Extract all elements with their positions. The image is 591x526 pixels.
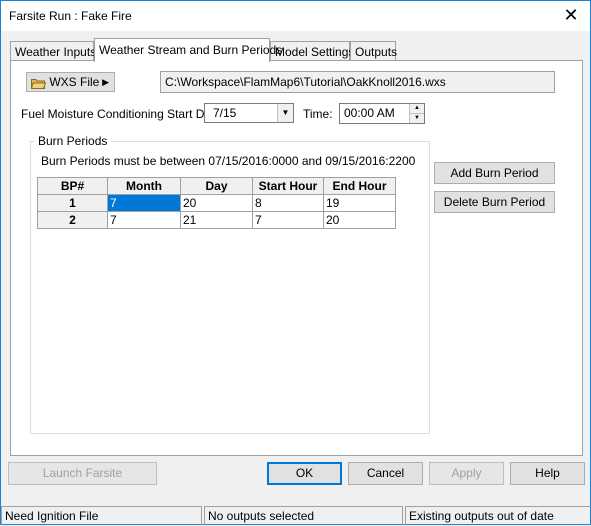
delete-burn-period-button[interactable]: Delete Burn Period <box>434 191 555 213</box>
wxs-file-button[interactable]: WXS File ▶ <box>26 72 115 92</box>
apply-button[interactable]: Apply <box>429 462 504 485</box>
row-header: 2 <box>37 211 108 229</box>
cell-end-hour[interactable]: 20 <box>323 211 396 229</box>
status-outputs: No outputs selected <box>204 506 403 525</box>
row-header: 1 <box>37 194 108 212</box>
table-header-row: BP# Month Day Start Hour End Hour <box>37 177 396 195</box>
column-header-month: Month <box>107 177 181 195</box>
column-header-bp: BP# <box>37 177 108 195</box>
dialog-window: Farsite Run : Fake Fire ✕ Weather Inputs… <box>0 0 591 525</box>
chevron-down-icon[interactable]: ▼ <box>277 104 293 122</box>
time-input[interactable]: 00:00 AM ▲ ▼ <box>339 103 425 124</box>
table-row[interactable]: 2 7 21 7 20 <box>37 211 396 229</box>
column-header-end-hour: End Hour <box>323 177 396 195</box>
cell-month[interactable]: 7 <box>107 211 181 229</box>
start-day-select[interactable]: 7/15 ▼ <box>204 103 294 123</box>
cell-day[interactable]: 21 <box>180 211 253 229</box>
launch-farsite-button[interactable]: Launch Farsite <box>8 462 157 485</box>
cell-end-hour[interactable]: 19 <box>323 194 396 212</box>
status-ignition: Need Ignition File <box>1 506 202 525</box>
wxs-path-field[interactable]: C:\Workspace\FlamMap6\Tutorial\OakKnoll2… <box>160 71 555 93</box>
status-bar: Need Ignition File No outputs selected E… <box>1 506 591 526</box>
burn-periods-range-text: Burn Periods must be between 07/15/2016:… <box>41 154 416 168</box>
status-out-of-date: Existing outputs out of date <box>405 506 591 525</box>
table-row[interactable]: 1 7 20 8 19 <box>37 194 396 212</box>
menu-arrow-icon: ▶ <box>102 77 109 87</box>
burn-periods-table[interactable]: BP# Month Day Start Hour End Hour 1 7 20… <box>37 177 396 229</box>
conditioning-start-label: Fuel Moisture Conditioning Start Day: <box>21 107 221 121</box>
cancel-button[interactable]: Cancel <box>348 462 423 485</box>
add-burn-period-button[interactable]: Add Burn Period <box>434 162 555 184</box>
time-label: Time: <box>303 107 333 121</box>
burn-periods-title: Burn Periods <box>35 134 111 148</box>
cell-start-hour[interactable]: 8 <box>252 194 324 212</box>
cell-month[interactable]: 7 <box>107 194 181 212</box>
help-button[interactable]: Help <box>510 462 585 485</box>
cell-start-hour[interactable]: 7 <box>252 211 324 229</box>
ok-button[interactable]: OK <box>267 462 342 485</box>
spin-down-icon[interactable]: ▼ <box>409 114 424 123</box>
folder-icon <box>30 76 47 90</box>
wxs-file-label: WXS File <box>49 75 100 89</box>
column-header-day: Day <box>180 177 253 195</box>
spin-up-icon[interactable]: ▲ <box>409 104 424 114</box>
column-header-start-hour: Start Hour <box>252 177 324 195</box>
cell-day[interactable]: 20 <box>180 194 253 212</box>
start-day-value: 7/15 <box>213 106 237 120</box>
time-value: 00:00 AM <box>344 106 395 120</box>
